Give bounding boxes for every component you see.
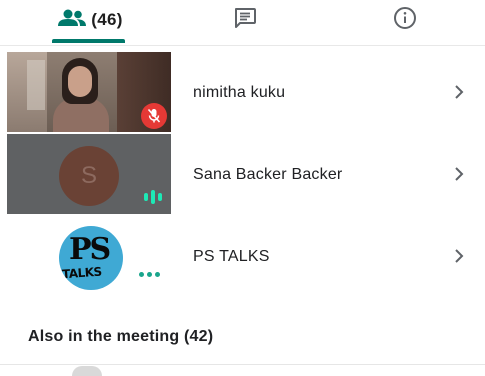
dot	[155, 272, 160, 277]
participant-avatar-tile: S	[7, 134, 171, 214]
participant-logo-tile: PS TALKS	[7, 216, 171, 296]
chevron-right-icon[interactable]	[452, 246, 466, 266]
ps-talks-logo: PS TALKS	[59, 226, 123, 290]
video-background-door	[27, 60, 45, 110]
info-icon	[393, 6, 417, 35]
participant-row[interactable]: S Sana Backer Backer	[0, 134, 485, 216]
avatar	[72, 366, 102, 376]
dot	[139, 272, 144, 277]
participant-name: nimitha kuku	[193, 84, 286, 101]
tab-info[interactable]	[360, 0, 450, 40]
avatar-letter: S	[80, 162, 97, 189]
video-person-face	[68, 66, 92, 97]
tab-bar: (46)	[0, 0, 485, 46]
active-tab-indicator	[52, 39, 125, 43]
logo-text-top: PS	[69, 232, 111, 267]
dot	[147, 272, 152, 277]
avatar: S	[59, 146, 119, 206]
participant-name: PS TALKS	[193, 248, 270, 265]
speaking-bar	[151, 190, 155, 204]
participant-row[interactable]: PS TALKS PS TALKS	[0, 216, 485, 298]
participant-video-tile	[7, 52, 171, 132]
participant-name: Sana Backer Backer	[193, 166, 343, 183]
more-dots-icon	[139, 272, 160, 277]
chevron-right-icon[interactable]	[452, 82, 466, 102]
speaking-bar	[158, 193, 162, 201]
people-icon	[57, 9, 87, 32]
tab-bar-divider	[0, 45, 485, 46]
speaking-bars-icon	[140, 184, 166, 210]
speaking-bar	[144, 193, 148, 201]
section-divider	[0, 364, 485, 365]
logo-text-bottom: TALKS	[61, 264, 103, 282]
tab-people[interactable]: (46)	[30, 0, 150, 40]
chat-icon	[233, 7, 257, 34]
chevron-right-icon[interactable]	[452, 164, 466, 184]
participant-row[interactable]: nimitha kuku	[0, 52, 485, 134]
tab-chat[interactable]	[200, 0, 290, 40]
section-heading: Also in the meeting (42)	[28, 328, 214, 345]
participant-count: (46)	[91, 10, 123, 29]
mic-off-icon	[141, 103, 167, 129]
